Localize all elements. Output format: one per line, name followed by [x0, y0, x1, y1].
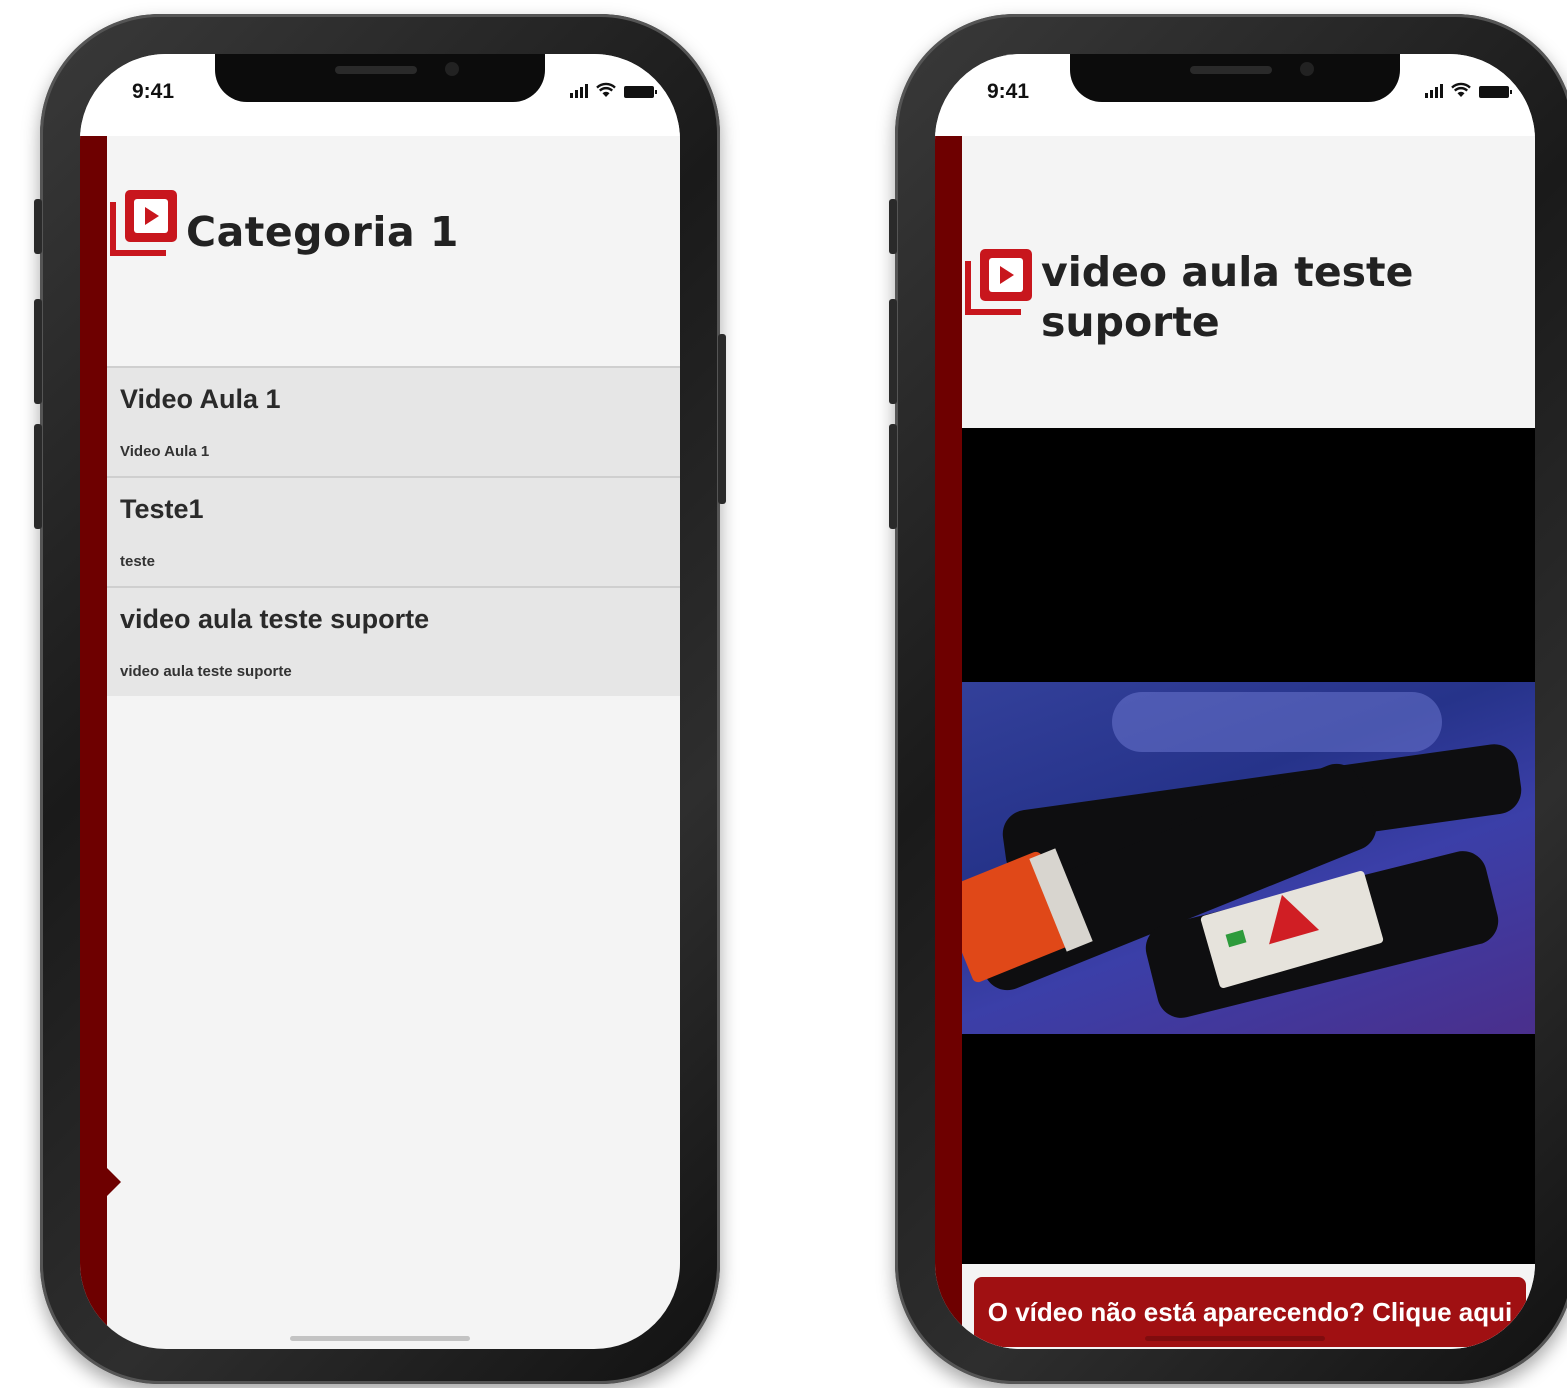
- list-item-title: video aula teste suporte: [120, 604, 430, 634]
- sidebar-accent-bar: [80, 136, 107, 1349]
- list-item-subtitle: Video Aula 1: [120, 443, 210, 460]
- volume-up-button: [34, 299, 42, 404]
- status-icons: [1425, 82, 1512, 98]
- screen-category: 9:41 Categoria 1 Video Aula 1 Video Aula…: [80, 54, 680, 1349]
- signal-icon: [1425, 84, 1443, 98]
- camera-icon: [445, 62, 459, 76]
- mute-switch: [34, 199, 42, 254]
- screen-video-player: 9:41 video aula teste suporte O vídeo nã…: [935, 54, 1535, 1349]
- wifi-icon: [596, 82, 616, 97]
- volume-down-button: [889, 424, 897, 529]
- status-time: 9:41: [132, 80, 175, 103]
- sidebar-accent-bar: [935, 136, 962, 1349]
- mute-switch: [889, 199, 897, 254]
- speaker-grille: [1190, 66, 1272, 74]
- page-title: video aula teste suporte: [1041, 248, 1414, 346]
- list-item-subtitle: video aula teste suporte: [120, 663, 292, 680]
- list-item-subtitle: teste: [120, 553, 156, 570]
- sidebar-toggle-arrow[interactable]: [107, 1168, 121, 1196]
- video-category-icon: [965, 249, 1032, 315]
- wifi-icon: [1451, 82, 1471, 97]
- phone-frame-right: 9:41 video aula teste suporte O vídeo nã…: [889, 14, 1567, 1384]
- power-button: [718, 334, 726, 504]
- page-title: Categoria 1: [186, 208, 459, 256]
- list-item[interactable]: video aula teste suporte video aula test…: [107, 586, 680, 696]
- list-item[interactable]: Video Aula 1 Video Aula 1: [107, 366, 680, 476]
- video-thumbnail[interactable]: [962, 682, 1535, 1034]
- list-item-title: Video Aula 1: [120, 384, 281, 414]
- mat-highlight: [1112, 692, 1442, 752]
- list-item[interactable]: Teste1 teste: [107, 476, 680, 586]
- status-time: 9:41: [987, 80, 1030, 103]
- status-icons: [570, 82, 657, 98]
- signal-icon: [570, 84, 588, 98]
- phone-frame-left: 9:41 Categoria 1 Video Aula 1 Video Aula…: [34, 14, 726, 1384]
- volume-up-button: [889, 299, 897, 404]
- home-indicator: [1145, 1336, 1325, 1341]
- battery-icon: [1479, 86, 1512, 98]
- notch: [1070, 54, 1400, 102]
- status-bar: 9:41: [80, 54, 680, 136]
- video-player[interactable]: [962, 428, 1535, 1264]
- speaker-grille: [335, 66, 417, 74]
- camera-icon: [1300, 62, 1314, 76]
- video-category-icon: [110, 190, 177, 256]
- volume-down-button: [34, 424, 42, 529]
- status-bar: 9:41: [935, 54, 1535, 136]
- battery-icon: [624, 86, 657, 98]
- notch: [215, 54, 545, 102]
- home-indicator: [290, 1336, 470, 1341]
- list-item-title: Teste1: [120, 494, 204, 524]
- video-list: Video Aula 1 Video Aula 1 Teste1 teste v…: [107, 366, 680, 696]
